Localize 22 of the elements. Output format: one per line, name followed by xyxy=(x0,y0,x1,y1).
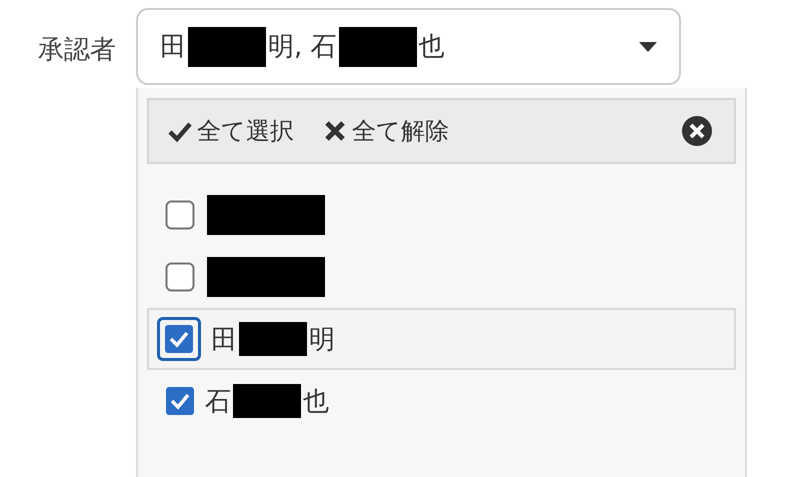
close-icon xyxy=(322,119,348,143)
field-label: 承認者 xyxy=(38,34,116,67)
name-text: 也 xyxy=(418,31,445,64)
action-button[interactable]: 全て解除 xyxy=(322,115,449,147)
name-text: 田 xyxy=(211,324,237,356)
caret-icon xyxy=(639,42,657,52)
redaction-mark xyxy=(233,384,301,418)
name-text: 明 xyxy=(309,324,335,356)
select-field[interactable]: 田 明, 石 也 xyxy=(136,8,681,85)
checkbox[interactable] xyxy=(157,317,201,361)
name-text: 明, 石 xyxy=(268,31,337,64)
name-text: 石 xyxy=(205,386,231,418)
option-item[interactable]: 田 明 xyxy=(147,308,736,370)
close-icon[interactable] xyxy=(680,114,714,148)
checkbox[interactable] xyxy=(165,262,195,292)
checkbox[interactable] xyxy=(165,386,195,416)
redaction-mark xyxy=(239,322,307,356)
option-item[interactable]: 石 也 xyxy=(147,370,736,432)
name-text: 也 xyxy=(303,386,329,418)
name-text: 田 xyxy=(160,31,186,64)
checkbox[interactable] xyxy=(165,200,195,230)
action-button[interactable]: 全て選択 xyxy=(167,115,294,147)
